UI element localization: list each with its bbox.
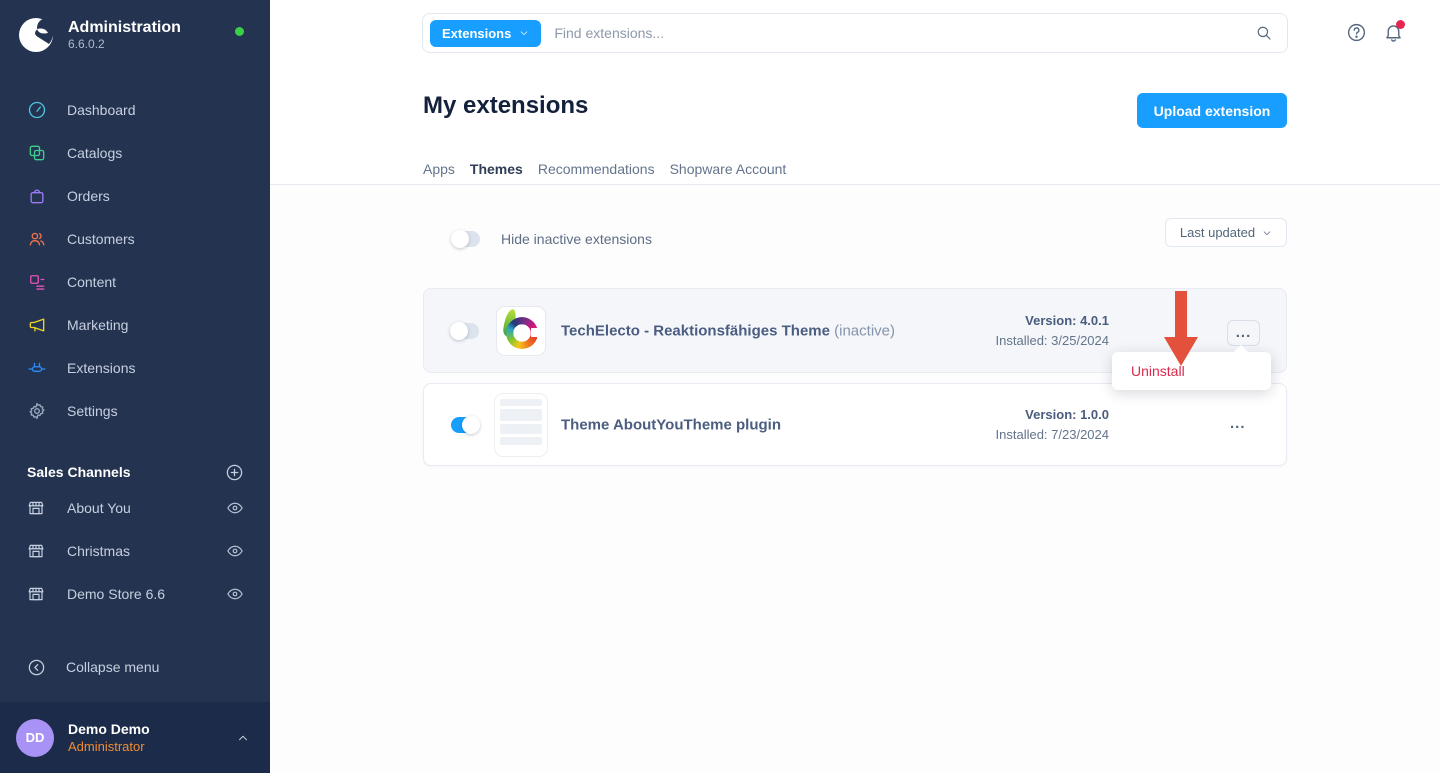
- extension-version: Version: 4.0.1: [996, 311, 1109, 331]
- extension-name: Theme AboutYouTheme plugin: [561, 416, 781, 433]
- settings-icon: [27, 401, 47, 421]
- status-dot: [235, 27, 244, 36]
- shopware-logo-icon: [16, 15, 56, 55]
- notification-dot: [1396, 20, 1405, 29]
- sales-channel-christmas[interactable]: Christmas: [0, 529, 270, 572]
- context-menu-popup: Uninstall: [1112, 352, 1271, 390]
- app-version: 6.6.0.2: [68, 37, 181, 52]
- shopware-admin: Administration 6.6.0.2 Dashboard Catalog…: [0, 0, 1440, 773]
- page-title: My extensions: [423, 92, 588, 120]
- app-title: Administration: [68, 18, 181, 37]
- add-sales-channel-icon[interactable]: [225, 463, 244, 482]
- extension-name: TechElecto - Reaktionsfähiges Theme: [561, 322, 830, 339]
- hide-inactive-filter: Hide inactive extensions: [452, 231, 652, 247]
- context-menu-button[interactable]: ...: [1230, 414, 1246, 431]
- sidebar-item-marketing[interactable]: Marketing: [0, 303, 270, 346]
- eye-icon[interactable]: [226, 542, 244, 560]
- search-icon[interactable]: [1255, 24, 1273, 42]
- user-role: Administrator: [68, 738, 222, 755]
- sales-channels-header: Sales Channels: [0, 458, 270, 486]
- main-content: My extensions Upload extension Apps Them…: [270, 66, 1440, 773]
- extension-active-toggle[interactable]: [451, 417, 479, 433]
- chevron-down-icon: [1262, 228, 1272, 238]
- sort-dropdown-label: Last updated: [1180, 225, 1255, 240]
- storefront-icon: [27, 499, 45, 517]
- extensions-icon: [27, 358, 47, 378]
- sort-dropdown[interactable]: Last updated: [1165, 218, 1287, 247]
- sales-channels-list: About You Christmas Demo Store 6.6: [0, 486, 270, 615]
- uninstall-menu-item[interactable]: Uninstall: [1112, 352, 1271, 390]
- sales-channel-label: About You: [67, 500, 226, 516]
- collapse-menu-button[interactable]: Collapse menu: [0, 644, 270, 690]
- search-input[interactable]: [554, 25, 1255, 41]
- chevron-up-icon: [236, 731, 250, 745]
- sidebar-item-label: Orders: [67, 188, 110, 204]
- sidebar-item-label: Dashboard: [67, 102, 136, 118]
- sidebar: Administration 6.6.0.2 Dashboard Catalog…: [0, 0, 270, 773]
- extension-status: (inactive): [834, 322, 895, 339]
- sidebar-item-label: Content: [67, 274, 116, 290]
- topbar: Extensions: [270, 0, 1440, 66]
- sidebar-item-label: Extensions: [67, 360, 135, 376]
- extension-row-aboutyoutheme: Theme AboutYouTheme plugin Version: 1.0.…: [423, 383, 1287, 466]
- avatar: DD: [16, 719, 54, 757]
- sales-channel-demo-store[interactable]: Demo Store 6.6: [0, 572, 270, 615]
- extension-installed-date: Installed: 3/25/2024: [996, 331, 1109, 351]
- extension-active-toggle[interactable]: [451, 323, 479, 339]
- search-scope-button[interactable]: Extensions: [430, 20, 541, 47]
- hide-inactive-label: Hide inactive extensions: [501, 231, 652, 247]
- sales-channel-label: Demo Store 6.6: [67, 586, 226, 602]
- sidebar-item-settings[interactable]: Settings: [0, 389, 270, 432]
- techelecto-logo: [497, 307, 545, 355]
- hide-inactive-toggle[interactable]: [452, 231, 480, 247]
- upload-extension-button[interactable]: Upload extension: [1137, 93, 1287, 128]
- notification-bell-icon[interactable]: [1383, 22, 1404, 43]
- extension-installed-date: Installed: 7/23/2024: [996, 425, 1109, 445]
- sidebar-item-content[interactable]: Content: [0, 260, 270, 303]
- user-menu[interactable]: DD Demo Demo Administrator: [0, 702, 270, 773]
- context-menu-button[interactable]: ...: [1227, 320, 1260, 346]
- customers-icon: [27, 229, 47, 249]
- sales-channel-label: Christmas: [67, 543, 226, 559]
- sidebar-item-dashboard[interactable]: Dashboard: [0, 88, 270, 131]
- eye-icon[interactable]: [226, 585, 244, 603]
- eye-icon[interactable]: [226, 499, 244, 517]
- content-icon: [27, 272, 47, 292]
- storefront-icon: [27, 542, 45, 560]
- chevron-down-icon: [519, 28, 529, 38]
- user-name: Demo Demo: [68, 720, 222, 738]
- orders-icon: [27, 186, 47, 206]
- sidebar-item-orders[interactable]: Orders: [0, 174, 270, 217]
- search-scope-label: Extensions: [442, 26, 511, 41]
- theme-placeholder-icon: [495, 394, 547, 456]
- main-nav: Dashboard Catalogs Orders Customers: [0, 88, 270, 432]
- marketing-icon: [27, 315, 47, 335]
- sidebar-item-catalogs[interactable]: Catalogs: [0, 131, 270, 174]
- dashboard-icon: [27, 100, 47, 120]
- sidebar-item-label: Settings: [67, 403, 118, 419]
- sidebar-item-label: Customers: [67, 231, 135, 247]
- sidebar-item-label: Marketing: [67, 317, 128, 333]
- help-icon[interactable]: [1346, 22, 1367, 43]
- catalogs-icon: [27, 143, 47, 163]
- collapse-menu-label: Collapse menu: [66, 659, 159, 675]
- sidebar-item-customers[interactable]: Customers: [0, 217, 270, 260]
- sales-channel-about-you[interactable]: About You: [0, 486, 270, 529]
- brand: Administration 6.6.0.2: [0, 0, 270, 70]
- chevron-left-circle-icon: [27, 658, 46, 677]
- storefront-icon: [27, 585, 45, 603]
- sidebar-item-extensions[interactable]: Extensions: [0, 346, 270, 389]
- extension-version: Version: 1.0.0: [996, 405, 1109, 425]
- sidebar-item-label: Catalogs: [67, 145, 122, 161]
- sales-channels-title: Sales Channels: [27, 464, 131, 480]
- global-search[interactable]: Extensions: [422, 13, 1288, 53]
